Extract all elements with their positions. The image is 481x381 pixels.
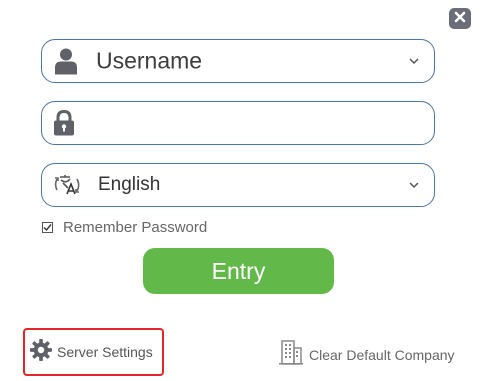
user-icon	[55, 48, 77, 75]
language-select[interactable]: English	[41, 163, 435, 207]
username-value: Username	[96, 47, 203, 74]
checkbox[interactable]	[42, 222, 53, 233]
remember-password-checkbox[interactable]: Remember Password	[42, 219, 207, 236]
close-x-icon	[454, 10, 466, 28]
language-value: English	[98, 174, 161, 195]
close-button[interactable]	[449, 8, 471, 29]
server-settings-button[interactable]: Server Settings	[23, 328, 164, 376]
chevron-down-icon[interactable]	[408, 181, 420, 189]
translate-icon	[50, 170, 84, 200]
gear-icon	[30, 338, 52, 366]
lock-icon	[53, 109, 75, 137]
entry-button[interactable]: Entry	[143, 248, 334, 294]
login-dialog: Username English Remember Password Entry…	[0, 0, 481, 381]
password-input[interactable]	[88, 108, 422, 140]
username-select[interactable]: Username	[41, 39, 435, 83]
check-icon	[43, 224, 52, 232]
remember-password-label: Remember Password	[63, 219, 208, 236]
clear-default-company-button[interactable]: Clear Default Company	[279, 339, 455, 370]
clear-default-company-label: Clear Default Company	[309, 346, 455, 363]
password-field[interactable]	[41, 101, 435, 145]
chevron-down-icon[interactable]	[408, 57, 420, 65]
server-settings-label: Server Settings	[57, 344, 153, 360]
building-icon	[279, 339, 303, 370]
